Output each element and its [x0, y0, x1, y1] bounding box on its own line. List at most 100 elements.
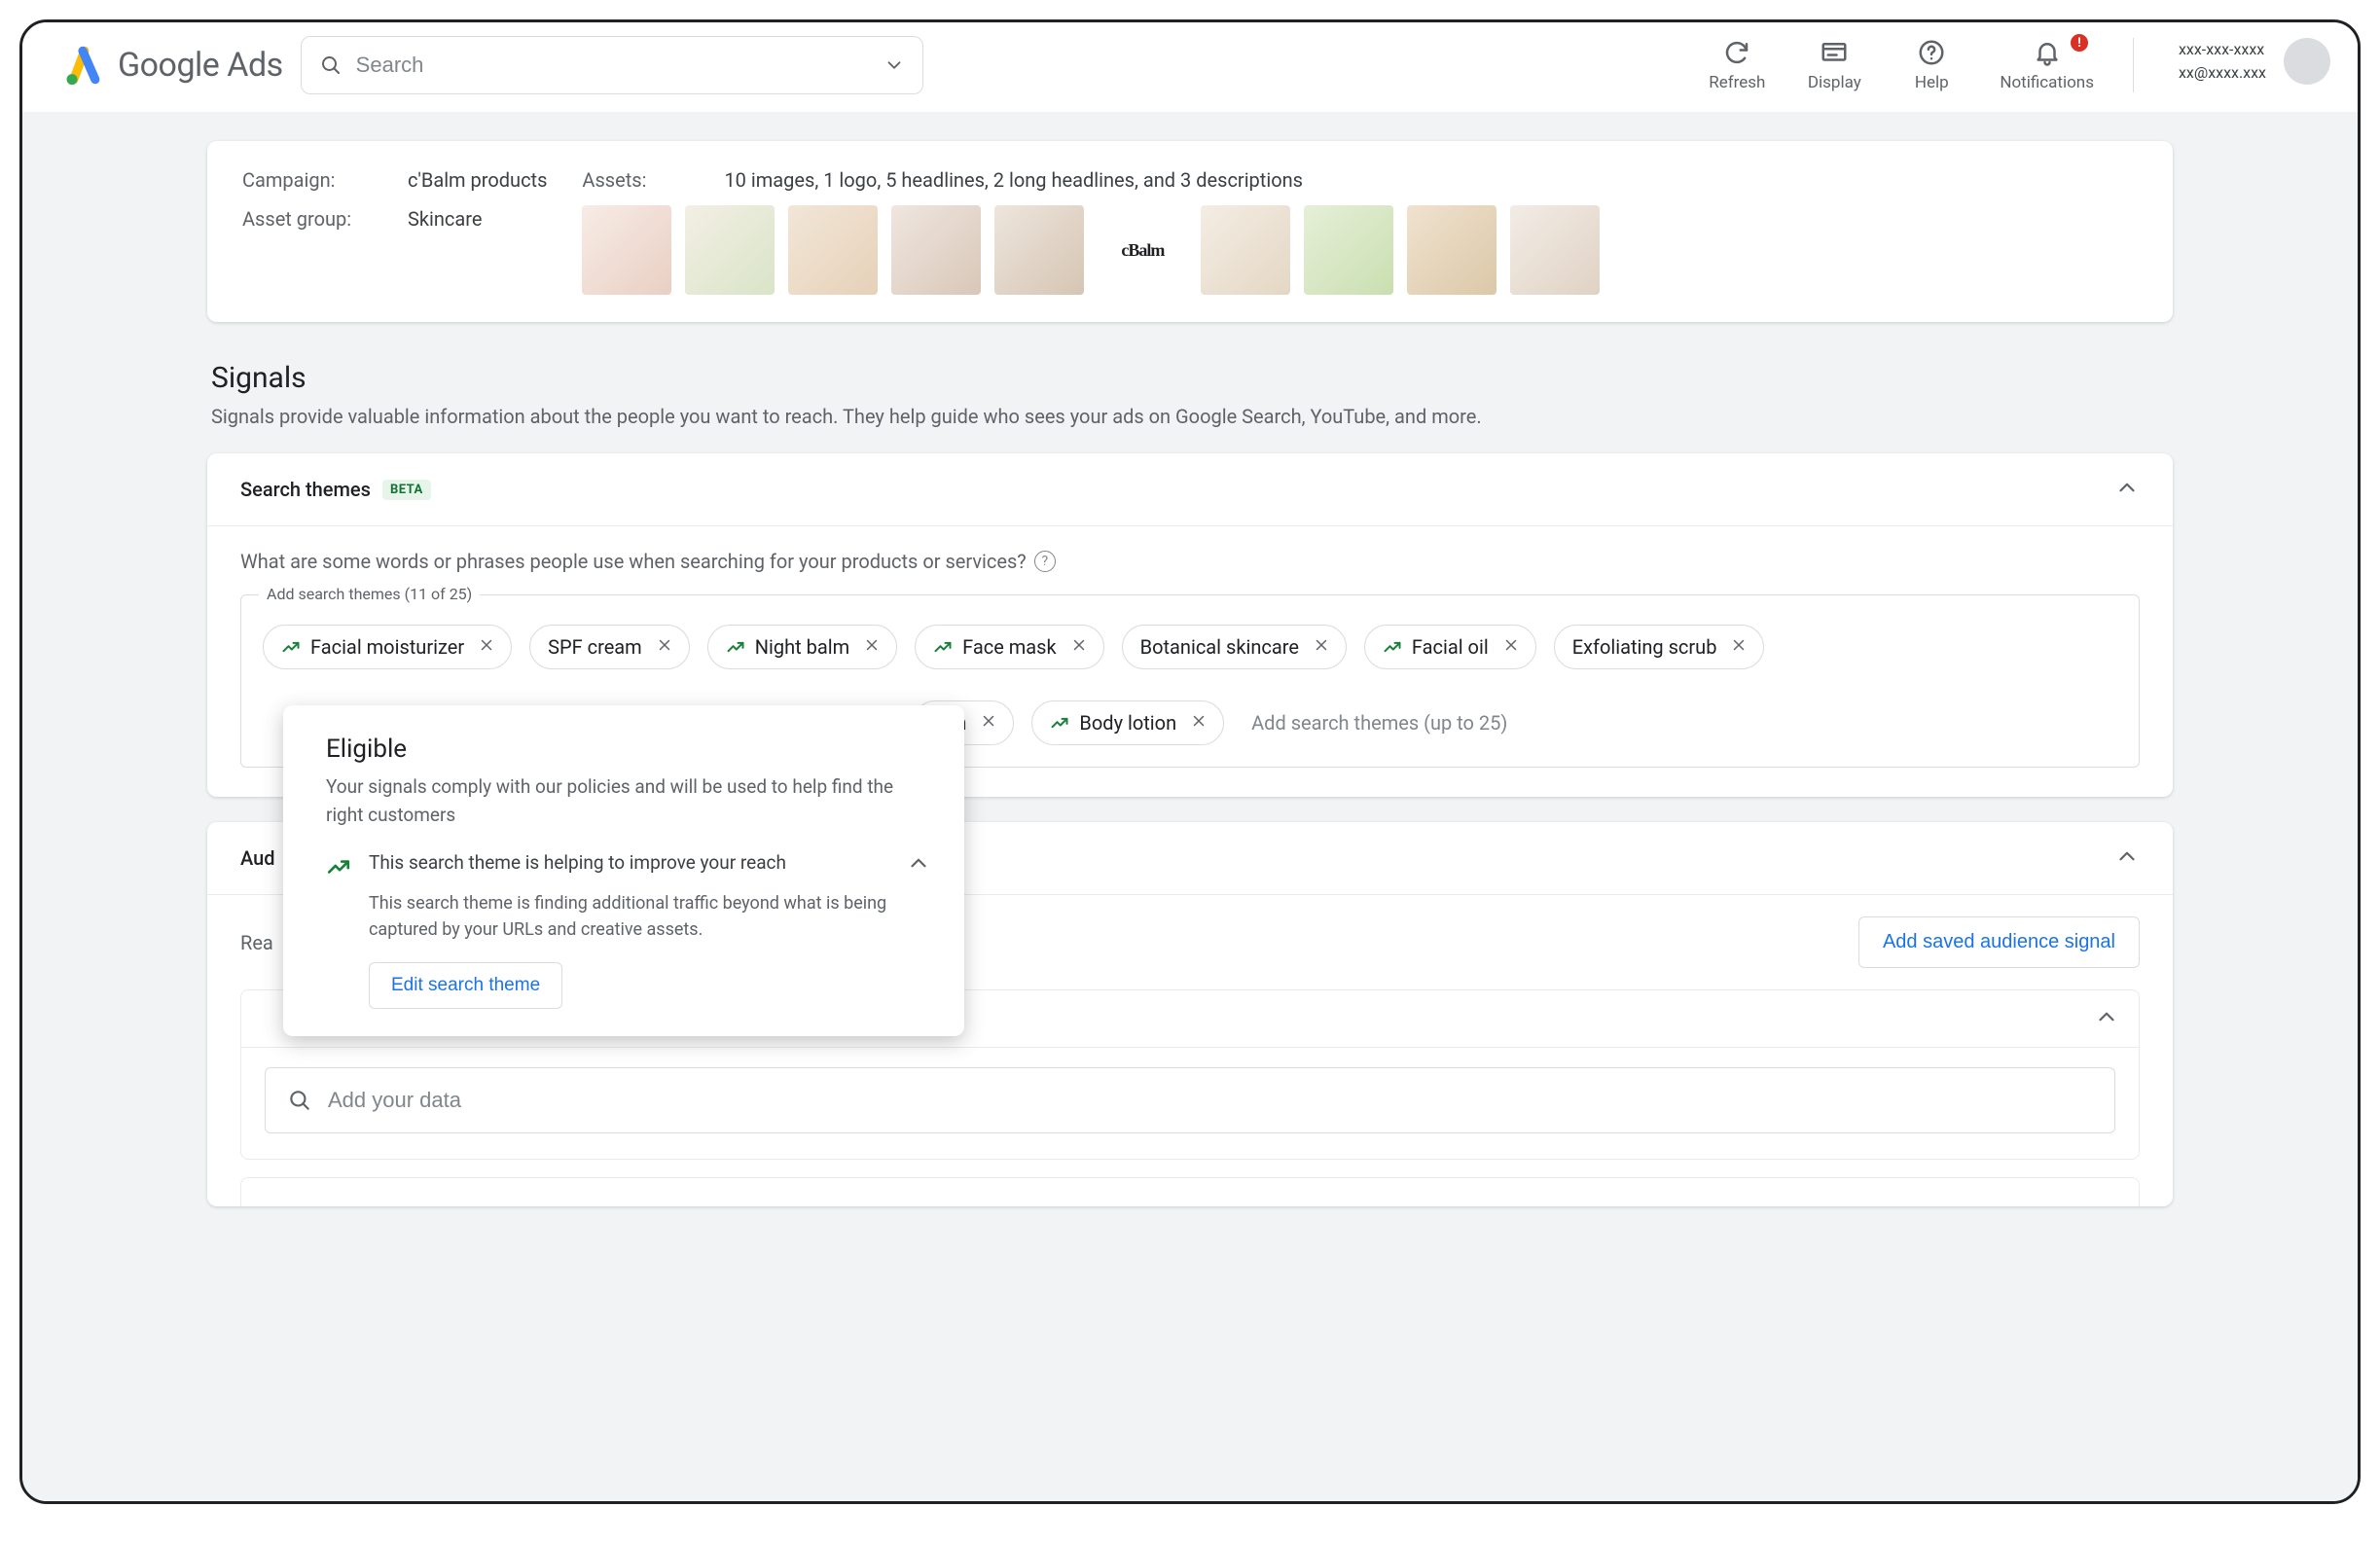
chevron-down-icon[interactable] — [883, 54, 905, 76]
remove-chip-button[interactable] — [1186, 711, 1208, 735]
global-search[interactable] — [301, 36, 923, 94]
remove-chip-button[interactable] — [652, 635, 673, 659]
collapse-audience[interactable] — [2114, 843, 2140, 873]
collapse-data-card[interactable] — [2094, 1004, 2119, 1033]
help-button[interactable]: Help — [1902, 38, 1961, 92]
chip-label: Facial moisturizer — [310, 635, 464, 659]
remove-chip-button[interactable] — [474, 635, 495, 659]
popover-row-sub: This search theme is finding additional … — [369, 890, 888, 943]
close-icon — [1502, 636, 1520, 654]
popover-row-title: This search theme is helping to improve … — [369, 850, 888, 877]
display-label: Display — [1808, 73, 1861, 92]
trend-up-icon — [326, 850, 351, 883]
trend-up-icon — [1050, 713, 1069, 733]
close-icon — [863, 636, 881, 654]
search-theme-chip[interactable]: Botanical skincare — [1122, 625, 1347, 669]
audience-title: Aud — [240, 846, 275, 870]
divider — [2133, 38, 2134, 92]
brand-block: Google Ads — [61, 44, 283, 87]
display-button[interactable]: Display — [1805, 38, 1863, 92]
top-actions: Refresh Display Help ! Notifications xxx… — [1708, 38, 2330, 92]
search-theme-chip[interactable]: Body lotion — [1031, 700, 1224, 745]
remove-chip-button[interactable] — [1498, 635, 1520, 659]
search-themes-title: Search themes — [240, 478, 371, 501]
asset-image-thumb[interactable] — [582, 205, 671, 295]
notifications-button[interactable]: ! Notifications — [2000, 38, 2094, 92]
add-saved-audience-button[interactable]: Add saved audience signal — [1858, 916, 2140, 968]
bell-icon — [2033, 38, 2062, 67]
notifications-badge: ! — [2071, 34, 2088, 52]
chip-label: Face mask — [962, 635, 1057, 659]
search-input[interactable] — [356, 53, 870, 78]
add-data-input[interactable] — [328, 1088, 2093, 1113]
campaign-summary-card: Campaign: c'Balm products Asset group: S… — [207, 141, 2173, 322]
add-theme-placeholder[interactable]: Add search themes (up to 25) — [1242, 711, 1507, 735]
close-icon — [1190, 712, 1208, 730]
asset-image-thumb[interactable] — [1304, 205, 1393, 295]
remove-chip-button[interactable] — [1066, 635, 1088, 659]
chip-label: Body lotion — [1079, 711, 1176, 735]
edit-search-theme-button[interactable]: Edit search theme — [369, 962, 562, 1009]
search-theme-chip[interactable]: Facial moisturizer — [263, 625, 512, 669]
assets-label: Assets: — [582, 168, 646, 192]
search-themes-prompt: What are some words or phrases people us… — [240, 550, 1027, 573]
help-icon — [1917, 38, 1946, 67]
refresh-button[interactable]: Refresh — [1708, 38, 1766, 92]
brand-text: Google Ads — [118, 46, 283, 85]
audience-next-card — [240, 1177, 2140, 1206]
asset-group-value: Skincare — [408, 207, 547, 231]
chip-label: Facial oil — [1412, 635, 1489, 659]
trend-up-icon — [1383, 637, 1402, 657]
search-theme-chip[interactable]: Night balm — [707, 625, 897, 669]
trend-up-icon — [726, 637, 745, 657]
asset-image-thumb[interactable] — [1201, 205, 1290, 295]
account-email: xx@xxxx.xxx — [2179, 61, 2266, 85]
close-icon — [1070, 636, 1088, 654]
close-icon — [1730, 636, 1748, 654]
popover-collapse[interactable] — [906, 850, 931, 879]
account-block[interactable]: xxx-xxx-xxxx xx@xxxx.xxx — [2173, 38, 2330, 85]
close-icon — [656, 636, 673, 654]
top-bar: Google Ads Refresh Display Help ! — [22, 22, 2358, 112]
asset-image-thumb[interactable] — [891, 205, 981, 295]
account-id: xxx-xxx-xxxx — [2179, 38, 2266, 61]
asset-logo-thumb[interactable]: cBalm — [1098, 205, 1187, 295]
chip-label: Botanical skincare — [1140, 635, 1299, 659]
search-theme-chip[interactable]: SPF cream — [529, 625, 690, 669]
popover-body: Your signals comply with our policies an… — [326, 773, 931, 829]
chip-label: Night balm — [755, 635, 849, 659]
campaign-value: c'Balm products — [408, 168, 547, 192]
collapse-search-themes[interactable] — [2114, 475, 2140, 504]
search-themes-legend: Add search themes (11 of 25) — [259, 585, 480, 603]
signals-title: Signals — [211, 361, 2173, 395]
remove-chip-button[interactable] — [1309, 635, 1330, 659]
asset-image-thumb[interactable] — [685, 205, 775, 295]
asset-image-thumb[interactable] — [1510, 205, 1600, 295]
refresh-icon — [1722, 38, 1751, 67]
asset-image-thumb[interactable] — [1407, 205, 1497, 295]
chevron-up-icon — [2114, 475, 2140, 500]
beta-badge: BETA — [382, 480, 431, 500]
notifications-label: Notifications — [2000, 73, 2094, 92]
remove-chip-button[interactable] — [859, 635, 881, 659]
asset-thumbnails: cBalm — [582, 205, 2138, 295]
signals-subtitle: Signals provide valuable information abo… — [211, 405, 2173, 428]
search-theme-chip[interactable]: Facial oil — [1364, 625, 1536, 669]
avatar[interactable] — [2284, 38, 2330, 85]
chip-label: SPF cream — [548, 635, 642, 659]
search-theme-chip[interactable]: Face mask — [915, 625, 1104, 669]
remove-chip-button[interactable] — [1726, 635, 1748, 659]
remove-chip-button[interactable] — [976, 711, 997, 735]
help-tooltip-icon[interactable]: ? — [1034, 551, 1056, 572]
asset-image-thumb[interactable] — [788, 205, 878, 295]
search-theme-chip[interactable]: Exfoliating scrub — [1554, 625, 1765, 669]
trend-up-icon — [281, 637, 301, 657]
audience-reach-prefix: Rea — [240, 931, 273, 954]
asset-image-thumb[interactable] — [994, 205, 1084, 295]
campaign-label: Campaign: — [242, 168, 398, 192]
add-data-input-wrap[interactable] — [265, 1067, 2115, 1133]
refresh-label: Refresh — [1709, 73, 1765, 92]
assets-summary: 10 images, 1 logo, 5 headlines, 2 long h… — [724, 168, 1303, 192]
chevron-up-icon — [2114, 843, 2140, 869]
chevron-up-icon — [906, 850, 931, 876]
